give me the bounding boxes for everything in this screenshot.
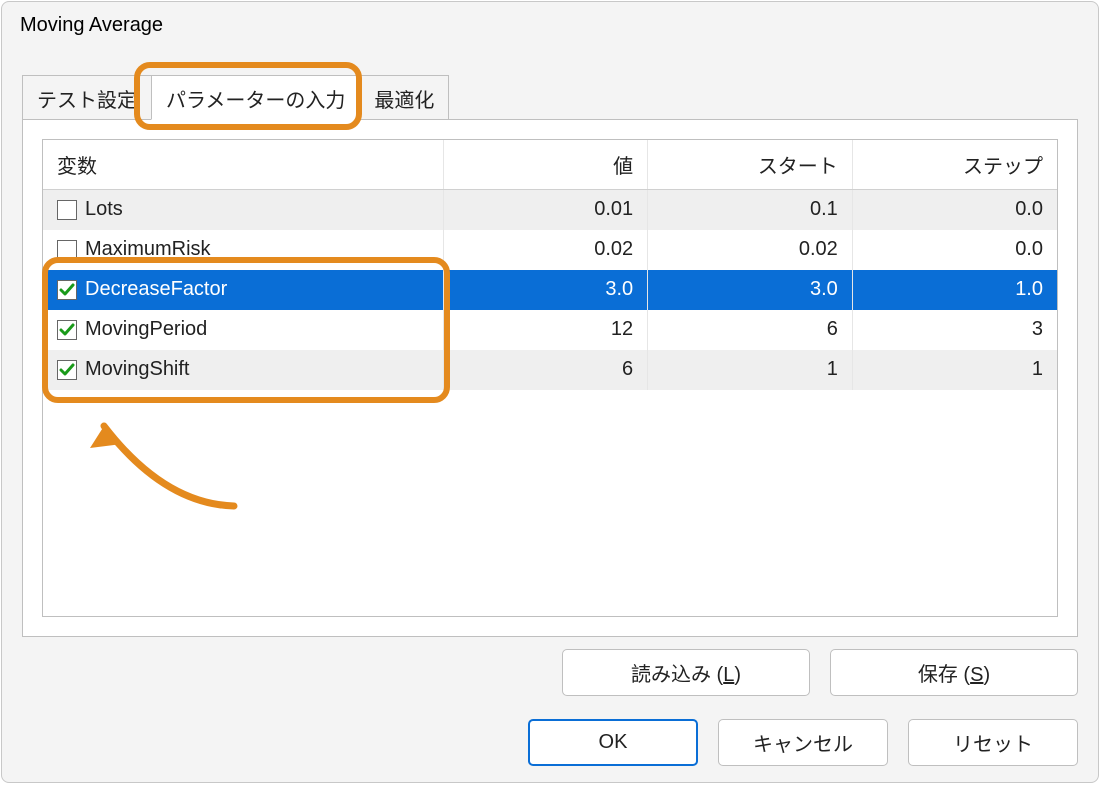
tab-test-settings[interactable]: テスト設定	[22, 75, 151, 120]
cell-variable[interactable]: MovingShift	[43, 350, 443, 390]
cell-variable[interactable]: Lots	[43, 190, 443, 230]
load-button-prefix: 読み込み (	[631, 664, 723, 686]
tab-optimization[interactable]: 最適化	[360, 75, 449, 120]
row-checkbox[interactable]	[57, 360, 77, 380]
table-row[interactable]: Lots 0.010.10.0	[43, 190, 1057, 230]
table-row[interactable]: DecreaseFactor3.03.01.0	[43, 270, 1057, 310]
row-variable-name: DecreaseFactor	[85, 278, 227, 301]
save-button[interactable]: 保存 (S)	[830, 649, 1078, 696]
cell-value[interactable]: 0.02	[443, 230, 648, 270]
cell-start[interactable]: 0.02	[648, 230, 853, 270]
load-button-key: L	[723, 664, 734, 686]
reset-button[interactable]: リセット	[908, 719, 1078, 766]
cell-step[interactable]: 1	[852, 350, 1057, 390]
cell-step[interactable]: 0.0	[852, 230, 1057, 270]
table-row[interactable]: MaximumRisk0.020.020.0	[43, 230, 1057, 270]
row-checkbox[interactable]	[57, 240, 77, 260]
row-checkbox[interactable]	[57, 280, 77, 300]
ok-button[interactable]: OK	[528, 719, 698, 766]
cell-step[interactable]: 0.0	[852, 190, 1057, 230]
parameters-table: 変数 値 スタート ステップ Lots0.010.10.0MaximumRisk…	[43, 140, 1057, 390]
cell-variable[interactable]: MaximumRisk	[43, 230, 443, 270]
parameters-table-container: 変数 値 スタート ステップ Lots0.010.10.0MaximumRisk…	[42, 139, 1058, 617]
cell-variable[interactable]: MovingPeriod	[43, 310, 443, 350]
cell-value[interactable]: 3.0	[443, 270, 648, 310]
cell-value[interactable]: 0.01	[443, 190, 648, 230]
row-variable-name: MovingPeriod	[85, 318, 207, 341]
header-start[interactable]: スタート	[648, 140, 853, 190]
table-header-row: 変数 値 スタート ステップ	[43, 140, 1057, 190]
cell-start[interactable]: 6	[648, 310, 853, 350]
load-button-suffix: )	[734, 664, 741, 686]
save-button-prefix: 保存 (	[918, 664, 970, 686]
dialog-window: Moving Average テスト設定 パラメーターの入力 最適化 変数 値 …	[1, 1, 1099, 783]
save-button-suffix: )	[983, 664, 990, 686]
panel: 変数 値 スタート ステップ Lots0.010.10.0MaximumRisk…	[22, 119, 1078, 637]
cell-start[interactable]: 3.0	[648, 270, 853, 310]
tab-bar: テスト設定 パラメーターの入力 最適化	[22, 78, 449, 120]
cell-variable[interactable]: DecreaseFactor	[43, 270, 443, 310]
cell-value[interactable]: 12	[443, 310, 648, 350]
header-variable[interactable]: 変数	[43, 140, 443, 190]
header-value[interactable]: 値	[443, 140, 648, 190]
window-title: Moving Average	[20, 14, 163, 37]
load-button[interactable]: 読み込み (L)	[562, 649, 810, 696]
row-variable-name: Lots	[85, 198, 123, 221]
table-row[interactable]: MovingShift611	[43, 350, 1057, 390]
cell-step[interactable]: 3	[852, 310, 1057, 350]
button-row-ok-cancel: OK キャンセル リセット	[528, 719, 1078, 766]
cell-start[interactable]: 0.1	[648, 190, 853, 230]
button-row-load-save: 読み込み (L) 保存 (S)	[562, 649, 1078, 696]
row-variable-name: MovingShift	[85, 358, 190, 381]
row-checkbox[interactable]	[57, 200, 77, 220]
cell-start[interactable]: 1	[648, 350, 853, 390]
row-variable-name: MaximumRisk	[85, 238, 211, 261]
cell-value[interactable]: 6	[443, 350, 648, 390]
cancel-button[interactable]: キャンセル	[718, 719, 888, 766]
table-row[interactable]: MovingPeriod 1263	[43, 310, 1057, 350]
save-button-key: S	[970, 664, 983, 686]
cell-step[interactable]: 1.0	[852, 270, 1057, 310]
tab-parameters-input[interactable]: パラメーターの入力	[151, 75, 360, 120]
row-checkbox[interactable]	[57, 320, 77, 340]
header-step[interactable]: ステップ	[852, 140, 1057, 190]
